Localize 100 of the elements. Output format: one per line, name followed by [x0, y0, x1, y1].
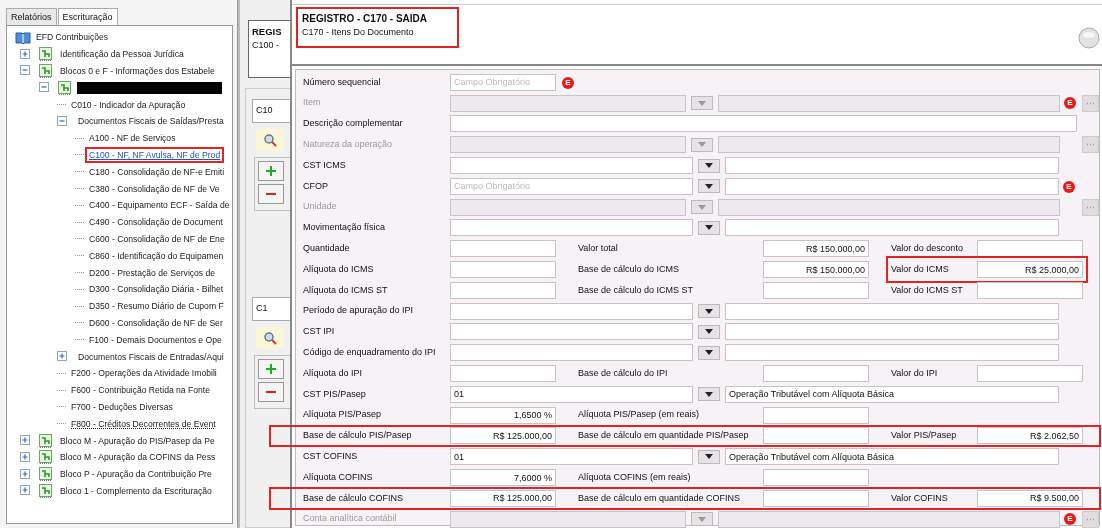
search-icon[interactable] — [263, 132, 277, 147]
input-field[interactable] — [763, 281, 869, 299]
input-field[interactable]: 1,6500 % — [450, 406, 556, 424]
add-button[interactable] — [258, 160, 284, 181]
tree-item[interactable]: F100 - Demais Documentos e Ope — [87, 333, 224, 346]
tree-item[interactable]: F600 - Contribuição Retida na Fonte — [69, 384, 212, 397]
tree-item[interactable]: C180 - Consolidação de NF-e Emiti — [87, 165, 227, 178]
input-field[interactable]: R$ 2.062,50 — [977, 427, 1083, 445]
plus-icon[interactable] — [20, 468, 31, 480]
input-field[interactable] — [450, 115, 1077, 133]
input-field[interactable] — [450, 261, 556, 279]
tree-item[interactable]: C010 - Indicador da Apuração — [69, 98, 188, 111]
input-field[interactable] — [450, 344, 693, 362]
input-field[interactable] — [450, 302, 693, 320]
tab[interactable]: C10 — [252, 99, 290, 123]
tree-item[interactable]: Identificação da Pessoa Jurídica — [58, 48, 186, 61]
plus-icon[interactable] — [20, 48, 31, 60]
input-field[interactable] — [763, 427, 869, 445]
input-field[interactable] — [763, 406, 869, 424]
input-field[interactable]: R$ 150.000,00 — [763, 261, 869, 279]
input-field[interactable]: 01 — [450, 448, 693, 466]
tree-item[interactable]: D300 - Consolidação Diária - Bilhet — [87, 283, 226, 296]
input-field[interactable]: 7,6000 % — [450, 469, 556, 487]
input-field[interactable] — [450, 323, 693, 341]
search-icon[interactable] — [263, 330, 277, 345]
remove-button[interactable] — [258, 183, 284, 204]
tree-item[interactable]: C490 - Consolidação de Document — [87, 216, 225, 229]
plus-icon[interactable] — [20, 435, 31, 446]
tree-item[interactable]: F700 - Deduções Diversas — [69, 400, 175, 413]
tree-item[interactable]: F200 - Operações da Atividade Imobili — [69, 367, 219, 380]
plus-icon — [265, 164, 277, 177]
minus-icon[interactable] — [20, 65, 31, 77]
input-field[interactable]: R$ 125.000,00 — [450, 489, 556, 507]
input-field[interactable] — [725, 157, 1059, 175]
input-field[interactable] — [977, 240, 1083, 258]
tree-item[interactable]: D350 - Resumo Diário de Cupom F — [87, 300, 226, 313]
caret-icon — [705, 225, 713, 231]
tree-item[interactable]: Documentos Fiscais de Saídas/Presta — [76, 115, 226, 128]
dropdown-button[interactable] — [698, 345, 720, 360]
tab[interactable]: C1 — [252, 297, 290, 321]
tree-item[interactable]: C600 - Consolidação de NF de Ene — [87, 232, 227, 245]
input-field[interactable]: Campo Obrigatório — [450, 177, 693, 195]
input-field[interactable] — [450, 365, 556, 383]
dropdown-button[interactable] — [698, 179, 720, 194]
dropdown-button[interactable] — [698, 158, 720, 173]
tab[interactable]: Escrituração — [57, 8, 118, 25]
input-field[interactable] — [763, 469, 869, 487]
input-field[interactable] — [977, 365, 1083, 383]
field-label: Item — [303, 96, 322, 110]
tree-item[interactable]: D600 - Consolidação de NF de Ser — [87, 316, 225, 329]
remove-button[interactable] — [258, 381, 284, 402]
input-field[interactable] — [450, 281, 556, 299]
input-field[interactable] — [763, 365, 869, 383]
input-field[interactable] — [450, 240, 556, 258]
input-field[interactable]: Campo Obrigatório — [450, 73, 556, 91]
input-field[interactable] — [725, 323, 1059, 341]
tree-item[interactable]: F800 - Créditos Decorrentes de Event — [69, 417, 218, 430]
tree-item[interactable]: C100 - NF, NF Avulsa, NF de Prod — [87, 148, 223, 161]
tree-item[interactable]: Bloco P - Apuração da Contribuição Pre — [58, 468, 214, 481]
tree-item[interactable]: C400 - Equipamento ECF - Saída de — [87, 199, 232, 212]
tree-item[interactable]: Documentos Fiscais de Entradas/Aqui — [76, 350, 226, 363]
input-field[interactable]: R$ 9.500,00 — [977, 489, 1083, 507]
dropdown-button[interactable] — [698, 387, 720, 402]
tree-item[interactable]: Bloco M - Apuração da COFINS da Pess — [58, 451, 218, 464]
caret-icon — [705, 454, 713, 460]
minus-icon[interactable] — [39, 82, 50, 94]
input-field[interactable]: R$ 25.000,00 — [977, 261, 1083, 279]
input-field[interactable] — [763, 489, 869, 507]
input-field[interactable]: R$ 125.000,00 — [450, 427, 556, 445]
tree-item[interactable]: EFD Contribuições — [34, 31, 111, 44]
tab[interactable]: Relatórios — [6, 8, 57, 25]
tree-item[interactable]: D200 - Prestação de Serviços de — [87, 266, 218, 279]
input-field[interactable] — [450, 219, 693, 237]
input-field[interactable]: R$ 150.000,00 — [763, 240, 869, 258]
tree-item[interactable]: Bloco M - Apuração do PIS/Pasep da Pe — [58, 434, 217, 447]
input-field[interactable] — [450, 157, 693, 175]
input-field[interactable]: 01 — [450, 385, 693, 403]
block-icon — [39, 483, 52, 498]
dropdown-button[interactable] — [698, 220, 720, 235]
minus-icon[interactable] — [57, 115, 68, 127]
input-field[interactable]: Operação Tributável com Alíquota Básica — [725, 448, 1059, 466]
tree-item[interactable]: Bloco 1 - Complemento da Escrituração — [58, 484, 214, 497]
add-button[interactable] — [258, 358, 284, 379]
plus-icon[interactable] — [20, 451, 31, 463]
dropdown-button[interactable] — [698, 304, 720, 319]
input-field[interactable]: Operação Tributável com Alíquota Básica — [725, 385, 1059, 403]
plus-icon[interactable] — [20, 485, 31, 497]
input-field[interactable] — [725, 219, 1059, 237]
input-field[interactable] — [725, 302, 1059, 320]
tree-item[interactable]: Blocos 0 e F - Informações dos Estabele — [58, 65, 217, 77]
input-field[interactable] — [725, 177, 1059, 195]
input-field[interactable] — [725, 344, 1059, 362]
dropdown-button[interactable] — [698, 449, 720, 464]
dropdown-button[interactable] — [698, 324, 720, 339]
block-icon — [39, 467, 52, 482]
plus-icon[interactable] — [57, 351, 68, 363]
error-badge: E — [1063, 180, 1075, 193]
tree-item[interactable]: C860 - Identificação do Equipamen — [87, 249, 226, 262]
tree-item[interactable]: C380 - Consolidação de NF de Ve — [87, 182, 222, 195]
tree-item[interactable]: A100 - NF de Serviços — [87, 132, 178, 145]
